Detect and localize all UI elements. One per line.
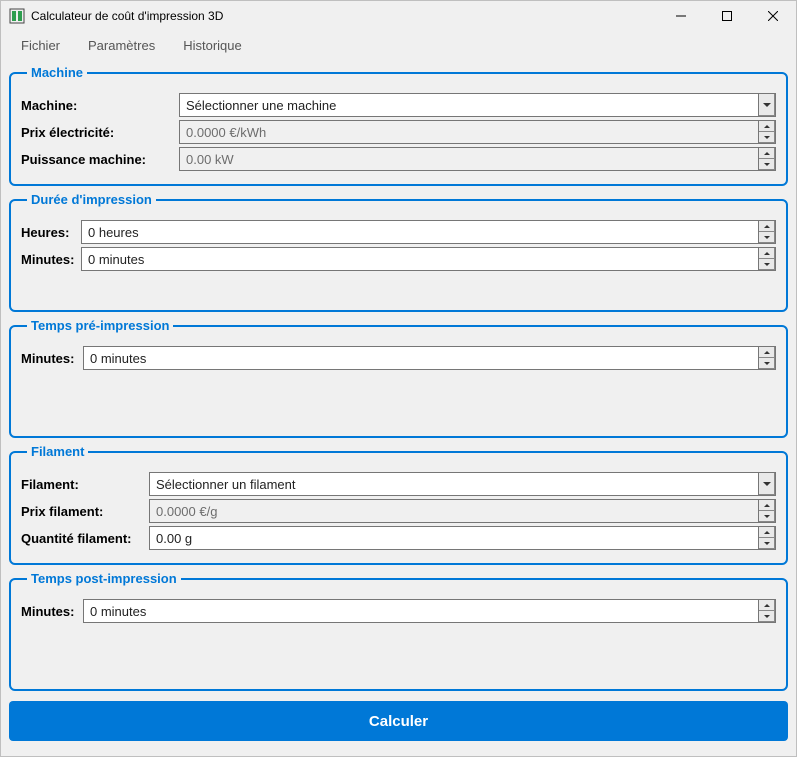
postprint-minutes-label: Minutes: [21, 604, 83, 619]
chevron-up-icon [759, 148, 775, 159]
chevron-up-icon [759, 600, 775, 611]
machine-power-value: 0.00 kW [180, 152, 758, 167]
filament-qty-label: Quantité filament: [21, 531, 149, 546]
machine-legend: Machine [27, 65, 87, 80]
filament-price-input[interactable]: 0.0000 €/g [149, 499, 776, 523]
chevron-down-icon [759, 159, 775, 170]
postprint-section: Temps post-impression Minutes: 0 minutes [9, 571, 788, 691]
preprint-minutes-value: 0 minutes [84, 351, 758, 366]
machine-power-input[interactable]: 0.00 kW [179, 147, 776, 171]
chevron-up-icon [759, 500, 775, 511]
content-area: Machine Machine: Sélectionner une machin… [1, 59, 796, 756]
filament-select-value: Sélectionner un filament [150, 477, 758, 492]
minimize-button[interactable] [658, 1, 704, 31]
hours-value: 0 heures [82, 225, 758, 240]
spin-buttons[interactable] [758, 600, 775, 622]
chevron-up-icon [759, 221, 775, 232]
chevron-up-icon [759, 527, 775, 538]
chevron-down-icon [759, 358, 775, 369]
chevron-down-icon [759, 611, 775, 622]
filament-price-value: 0.0000 €/g [150, 504, 758, 519]
preprint-minutes-label: Minutes: [21, 351, 83, 366]
hours-input[interactable]: 0 heures [81, 220, 776, 244]
filament-label: Filament: [21, 477, 149, 492]
filament-section: Filament Filament: Sélectionner un filam… [9, 444, 788, 565]
app-window: Calculateur de coût d'impression 3D Fich… [0, 0, 797, 757]
chevron-up-icon [759, 248, 775, 259]
filament-price-label: Prix filament: [21, 504, 149, 519]
chevron-down-icon [758, 94, 775, 116]
spin-buttons[interactable] [758, 347, 775, 369]
machine-select[interactable]: Sélectionner une machine [179, 93, 776, 117]
chevron-down-icon [759, 511, 775, 522]
chevron-up-icon [759, 121, 775, 132]
chevron-up-icon [759, 347, 775, 358]
electricity-price-label: Prix électricité: [21, 125, 179, 140]
electricity-price-input[interactable]: 0.0000 €/kWh [179, 120, 776, 144]
spin-buttons[interactable] [758, 248, 775, 270]
spin-buttons[interactable] [758, 527, 775, 549]
filament-legend: Filament [27, 444, 88, 459]
preprint-minutes-input[interactable]: 0 minutes [83, 346, 776, 370]
duration-minutes-value: 0 minutes [82, 252, 758, 267]
titlebar: Calculateur de coût d'impression 3D [1, 1, 796, 31]
preprint-section: Temps pré-impression Minutes: 0 minutes [9, 318, 788, 438]
postprint-legend: Temps post-impression [27, 571, 181, 586]
electricity-price-value: 0.0000 €/kWh [180, 125, 758, 140]
menubar: Fichier Paramètres Historique [1, 31, 796, 59]
machine-select-value: Sélectionner une machine [180, 98, 758, 113]
chevron-down-icon [759, 259, 775, 270]
menu-history[interactable]: Historique [169, 34, 256, 57]
calculate-button[interactable]: Calculer [9, 701, 788, 741]
chevron-down-icon [759, 538, 775, 549]
filament-qty-input[interactable]: 0.00 g [149, 526, 776, 550]
window-title: Calculateur de coût d'impression 3D [31, 9, 223, 23]
filament-qty-value: 0.00 g [150, 531, 758, 546]
chevron-down-icon [759, 132, 775, 143]
duration-minutes-input[interactable]: 0 minutes [81, 247, 776, 271]
filament-select[interactable]: Sélectionner un filament [149, 472, 776, 496]
machine-power-label: Puissance machine: [21, 152, 179, 167]
spin-buttons[interactable] [758, 121, 775, 143]
menu-file[interactable]: Fichier [7, 34, 74, 57]
duration-legend: Durée d'impression [27, 192, 156, 207]
spin-buttons[interactable] [758, 500, 775, 522]
chevron-down-icon [758, 473, 775, 495]
spin-buttons[interactable] [758, 221, 775, 243]
machine-label: Machine: [21, 98, 179, 113]
hours-label: Heures: [21, 225, 81, 240]
chevron-down-icon [759, 232, 775, 243]
app-icon [9, 8, 25, 24]
maximize-button[interactable] [704, 1, 750, 31]
preprint-legend: Temps pré-impression [27, 318, 173, 333]
postprint-minutes-value: 0 minutes [84, 604, 758, 619]
close-button[interactable] [750, 1, 796, 31]
spin-buttons[interactable] [758, 148, 775, 170]
duration-section: Durée d'impression Heures: 0 heures Minu… [9, 192, 788, 312]
minutes-label: Minutes: [21, 252, 81, 267]
postprint-minutes-input[interactable]: 0 minutes [83, 599, 776, 623]
menu-settings[interactable]: Paramètres [74, 34, 169, 57]
machine-section: Machine Machine: Sélectionner une machin… [9, 65, 788, 186]
